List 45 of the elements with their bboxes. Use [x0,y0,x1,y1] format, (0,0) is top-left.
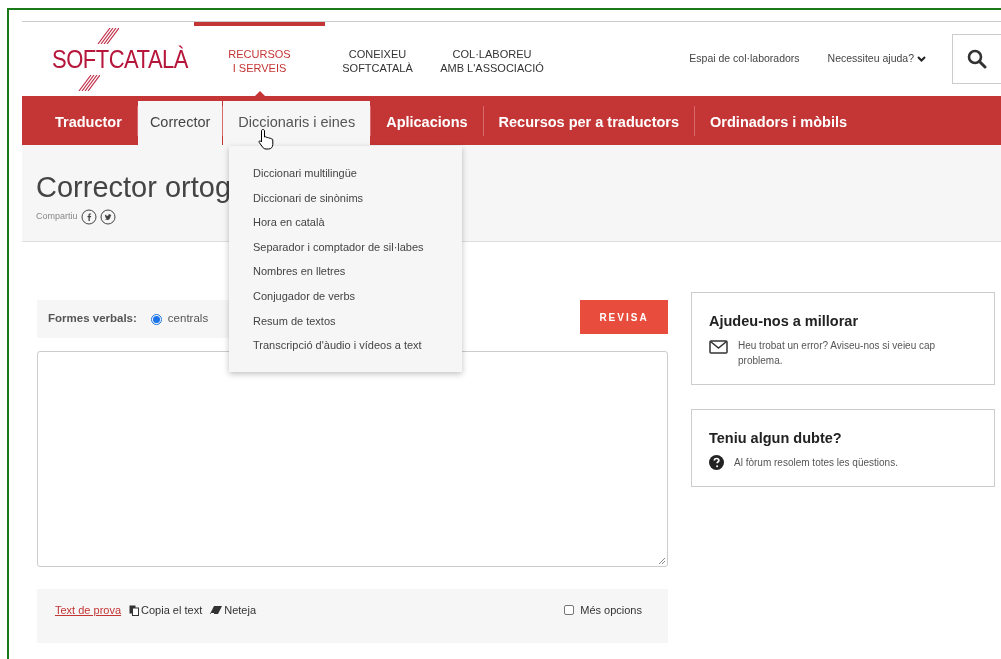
menu-item[interactable]: Diccionari multilingüe [229,165,462,182]
page-title: Corrector ortog [36,170,231,205]
collaborators-link[interactable]: Espai de col·laboradors [689,51,800,67]
menu-item[interactable]: Conjugador de verbs [229,287,462,305]
menu-item[interactable]: Transcripció d'àudio i vídeos a text [229,337,462,355]
nav-tab[interactable]: Traductor [40,101,137,145]
nav-tab[interactable]: Corrector [137,101,223,145]
menu-item[interactable]: Hora en català [229,214,462,232]
clear-button[interactable]: Neteja [210,602,256,619]
menu-item[interactable]: Nombres en lletres [229,263,462,281]
twitter-icon[interactable] [99,209,116,225]
card-text: Al fòrum resolem totes les qüestions. [734,456,899,470]
copy-text-button[interactable]: Copia el text [129,602,203,619]
radio-label: centrals [167,311,209,327]
question-icon [709,455,724,470]
checkbox[interactable] [564,605,575,616]
card-title: Ajudeu-nos a millorar [709,312,860,331]
top-nav-link[interactable]: CONEIXEU SOFTCATALÀ [325,22,430,96]
facebook-icon[interactable] [80,209,97,225]
top-nav-link[interactable]: COL·LABOREU AMB L'ASSOCIACIÓ [430,22,554,96]
logo-stripes-icon [78,75,100,91]
envelope-icon [709,340,728,354]
logo-text: SOFTCATALÀ [52,43,188,76]
nav-tab[interactable]: Diccionaris i eines [223,101,371,145]
eraser-icon [210,606,223,615]
verb-forms-label: Formes verbals: [48,311,137,327]
clipboard-icon [129,604,140,616]
resize-handle-icon[interactable] [658,557,666,565]
share-label: Compartiu [36,210,78,224]
menu-item[interactable]: Diccionari de sinònims [229,189,462,207]
menu-item[interactable]: Separador i comptador de sil·labes [229,238,462,256]
nav-tab[interactable]: Ordinadors i mòbils [695,101,863,145]
card-text: Heu trobat un error? Aviseu-nos si veieu cap problema. [738,339,937,368]
nav-tab[interactable]: Aplicacions [371,101,483,145]
more-options-label: Més opcions [580,603,642,618]
sample-text-link[interactable]: Text de prova [55,602,122,619]
check-button[interactable]: REVISA [580,300,668,334]
search-button[interactable] [952,34,1001,84]
nav-tab[interactable]: Recursos per a traductors [483,101,695,145]
logo-stripes-icon [97,28,119,44]
menu-item[interactable]: Resum de textos [229,312,462,330]
chevron-down-icon [917,56,926,62]
help-dropdown[interactable]: Necessiteu ajuda? [827,51,926,67]
card-title: Teniu algun dubte? [709,429,843,448]
search-icon [967,49,987,69]
